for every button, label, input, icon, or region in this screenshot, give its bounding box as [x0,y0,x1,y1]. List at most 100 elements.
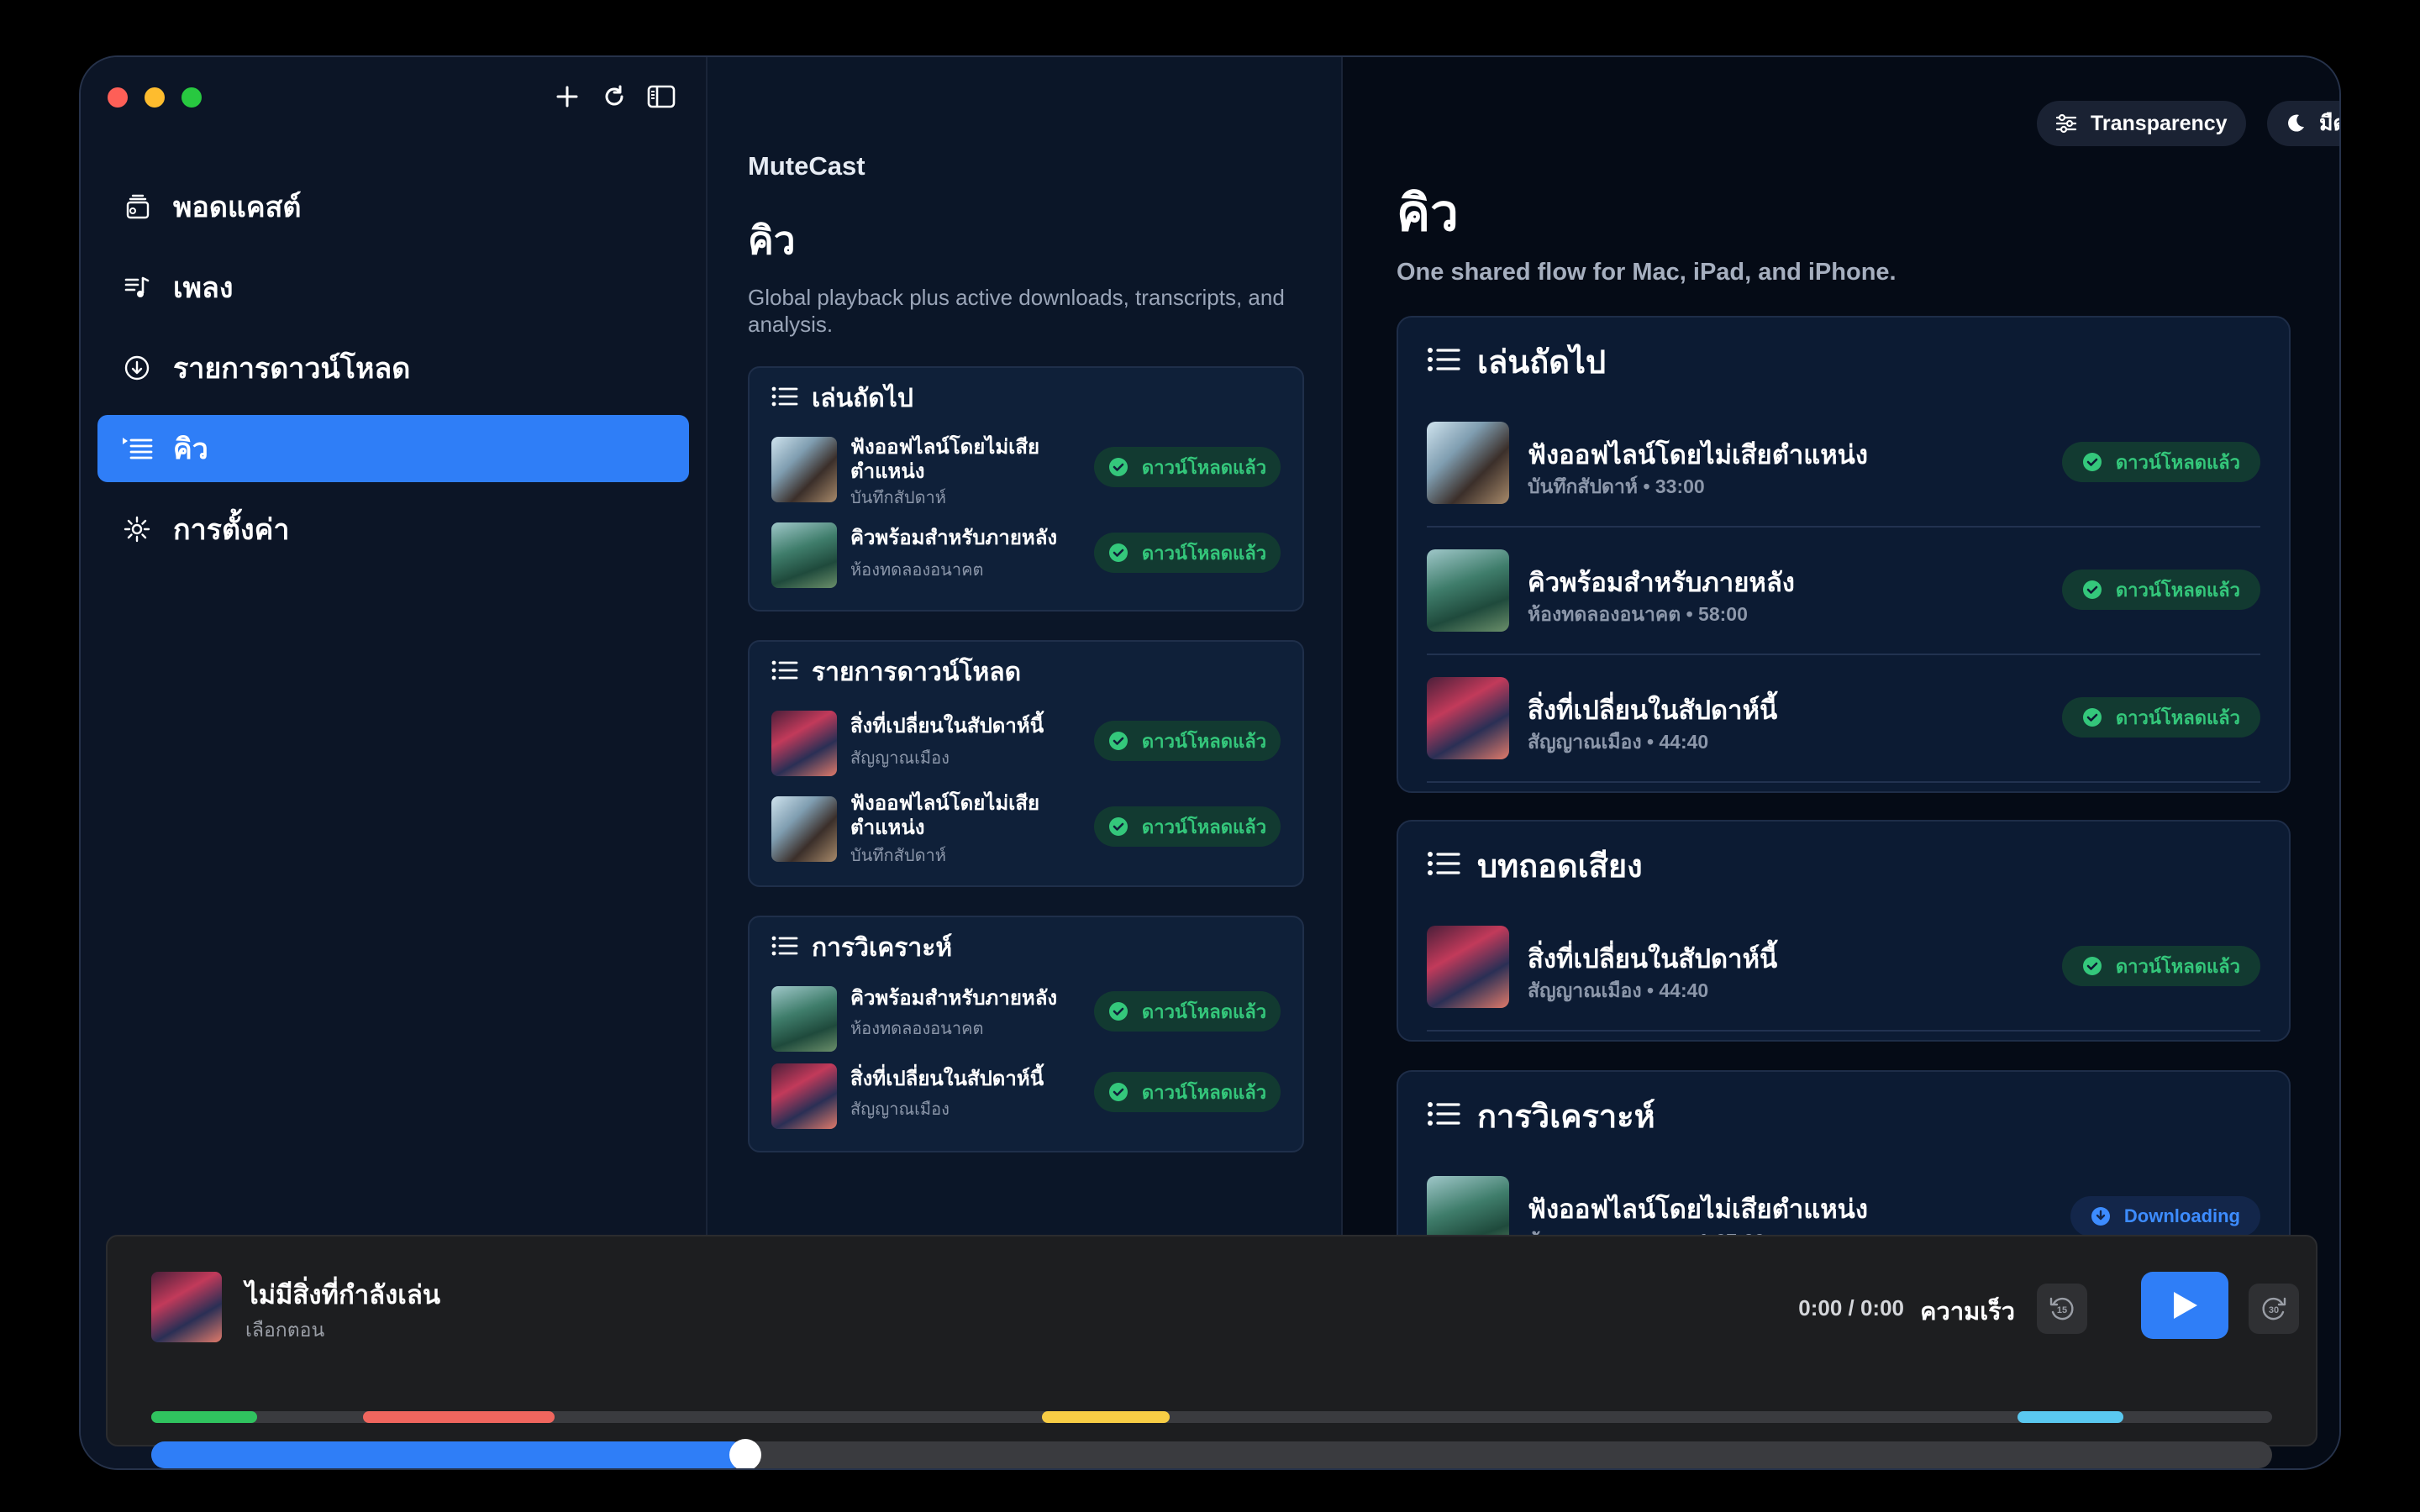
status-label: ดาวน์โหลดแล้ว [2115,579,2240,601]
status-badge: ดาวน์โหลดแล้ว [1094,533,1281,573]
sidebar-toggle-icon[interactable] [647,82,676,111]
status-label: ดาวน์โหลดแล้ว [1141,1000,1267,1022]
status-badge: ดาวน์โหลดแล้ว [1094,806,1281,847]
episode-title: สิ่งที่เปลี่ยนในสัปดาห์นี้ [1528,944,1778,974]
checkmark-icon [1108,1082,1128,1102]
status-label: ดาวน์โหลดแล้ว [2115,451,2240,473]
download-icon [121,352,153,384]
skip-forward-label: 30 [2269,1305,2279,1315]
episode-artwork [1427,926,1509,1008]
episode-title: ฟังออฟไลน์โดยไม่เสียตำแหน่ง [850,436,1040,483]
skip-forward-button[interactable]: 30 [2249,1284,2299,1334]
page-title: คิว [1397,185,1459,241]
sidebar-item-music[interactable]: เพลง [97,254,689,321]
chapter-segment [2018,1411,2124,1423]
list-icon [771,934,798,962]
list-item[interactable]: คิวพร้อมสำหรับภายหลัง ห้องทดลองอนาคต • 5… [1427,528,2260,655]
episode-meta: ห้องทดลองอนาคต • 58:00 [1528,603,1748,625]
episode-artwork [771,711,837,776]
theme-label: มืด [2319,112,2339,135]
episode-artwork [1427,677,1509,759]
skip-back-button[interactable]: 15 [2037,1284,2087,1334]
music-icon [121,271,153,303]
episode-title: สิ่งที่เปลี่ยนในสัปดาห์นี้ [850,715,1044,738]
app-window: พอดแคสต์ เพลง รายการดาวน์โหลด คิว การตั้… [79,55,2341,1470]
sidebar-item-label: การตั้งค่า [173,514,290,546]
scrubber-knob[interactable] [729,1439,761,1468]
theme-button[interactable]: มืด [2267,101,2339,146]
transcripts-card: บทถอดเสียง สิ่งที่เปลี่ยนในสัปดาห์นี้ สั… [1397,820,2291,1042]
episode-title: ฟังออฟไลน์โดยไม่เสียตำแหน่ง [850,792,1040,839]
close-window-button[interactable] [108,87,128,108]
sidebar-item-podcasts[interactable]: พอดแคสต์ [97,173,689,240]
checkmark-icon [2082,707,2102,727]
list-icon [1427,849,1460,882]
list-item[interactable]: คิวพร้อมสำหรับภายหลัง ห้องทดลองอนาคต ดาว… [750,514,1302,600]
page-subtitle: Global playback plus active downloads, t… [748,285,1285,337]
sidebar-item-queue[interactable]: คิว [97,415,689,482]
status-badge: ดาวน์โหลดแล้ว [2061,946,2260,986]
chapter-segment [363,1411,555,1423]
status-label: ดาวน์โหลดแล้ว [1141,816,1267,837]
add-icon[interactable] [553,82,581,111]
status-badge: ดาวน์โหลดแล้ว [1094,991,1281,1032]
episode-show: ห้องทดลองอนาคต [850,1020,984,1038]
status-badge: ดาวน์โหลดแล้ว [2061,697,2260,738]
playback-scrubber[interactable] [151,1439,2272,1468]
list-icon [1427,1100,1460,1132]
minimize-window-button[interactable] [145,87,165,108]
app-name: MuteCast [748,151,865,181]
queue-icon [121,433,153,465]
play-button[interactable] [2141,1272,2228,1339]
list-icon [771,659,798,686]
episode-meta: บันทึกสัปดาห์ • 33:00 [1528,475,1705,497]
list-item[interactable]: สิ่งที่เปลี่ยนในสัปดาห์นี้ สัญญาณเมือง •… [1427,655,2260,783]
sidebar-item-label: รายการดาวน์โหลด [173,353,411,385]
transparency-button[interactable]: Transparency [2037,101,2246,146]
episode-show: สัญญาณเมือง [850,1100,950,1119]
episode-meta: สัญญาณเมือง • 44:40 [1528,731,1709,753]
now-playing-artwork [151,1272,222,1342]
sidebar-item-label: เพลง [173,272,234,304]
refresh-icon[interactable] [600,82,629,111]
page-title: คิว [748,218,796,262]
episode-show: บันทึกสัปดาห์ [850,847,946,865]
list-item[interactable]: สิ่งที่เปลี่ยนในสัปดาห์นี้ สัญญาณเมือง ด… [750,702,1302,788]
episode-artwork [771,437,837,502]
now-playing-subtitle: เลือกตอน [245,1319,325,1341]
checkmark-icon [1108,731,1128,751]
list-item[interactable]: ฟังออฟไลน์โดยไม่เสียตำแหน่ง บันทึกสัปดาห… [750,788,1302,874]
list-item[interactable]: ฟังออฟไลน์โดยไม่เสียตำแหน่ง บันทึกสัปดาห… [750,428,1302,514]
traffic-lights [108,87,202,108]
gear-icon [121,513,153,545]
status-badge: Downloading [2070,1196,2260,1236]
card-title: เล่นถัดไป [1477,344,1607,381]
download-progress-icon [2091,1206,2111,1226]
episode-show: สัญญาณเมือง [850,749,950,768]
up-next-card: เล่นถัดไป ฟังออฟไลน์โดยไม่เสียตำแหน่ง บั… [1397,316,2291,793]
episode-meta: สัญญาณเมือง • 44:40 [1528,979,1709,1001]
episode-artwork [771,796,837,862]
analysis-card: การวิเคราะห์ คิวพร้อมสำหรับภายหลัง ห้องท… [748,916,1304,1152]
list-item[interactable]: สิ่งที่เปลี่ยนในสัปดาห์นี้ สัญญาณเมือง ด… [750,1063,1302,1149]
episode-title: คิวพร้อมสำหรับภายหลัง [850,987,1058,1010]
episode-artwork [771,1063,837,1129]
list-item[interactable]: คิวพร้อมสำหรับภายหลัง ห้องทดลองอนาคต ดาว… [750,978,1302,1063]
sidebar-item-settings[interactable]: การตั้งค่า [97,496,689,563]
list-item[interactable]: สิ่งที่เปลี่ยนในสัปดาห์นี้ สัญญาณเมือง •… [1427,904,2260,1032]
chapter-segments-track [151,1411,2272,1423]
zoom-window-button[interactable] [182,87,202,108]
page-subtitle: One shared flow for Mac, iPad, and iPhon… [1397,259,1897,286]
speed-button[interactable]: ความเร็ว [1920,1292,2015,1331]
episode-title: สิ่งที่เปลี่ยนในสัปดาห์นี้ [850,1068,1044,1090]
status-label: Downloading [2123,1205,2240,1226]
card-title: บทถอดเสียง [1477,848,1643,885]
status-badge: ดาวน์โหลดแล้ว [1094,721,1281,761]
checkmark-icon [2082,452,2102,472]
sidebar-nav: พอดแคสต์ เพลง รายการดาวน์โหลด คิว การตั้… [97,173,689,576]
skip-back-label: 15 [2057,1305,2067,1315]
checkmark-icon [2082,956,2102,976]
moon-icon [2286,113,2306,134]
list-item[interactable]: ฟังออฟไลน์โดยไม่เสียตำแหน่ง บันทึกสัปดาห… [1427,400,2260,528]
sidebar-item-downloads[interactable]: รายการดาวน์โหลด [97,334,689,402]
